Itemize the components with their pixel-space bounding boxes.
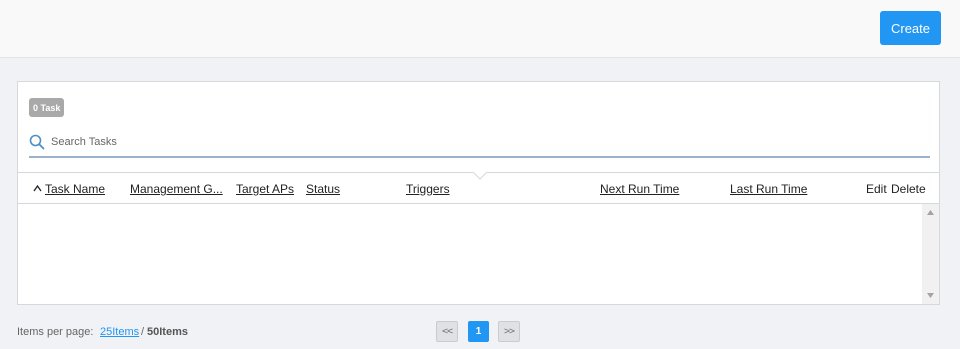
previous-page-button[interactable]: <<	[436, 321, 458, 342]
scroll-down-arrow-icon[interactable]	[927, 293, 934, 298]
sort-asc-icon[interactable]	[33, 185, 42, 192]
column-next-run-time[interactable]: Next Run Time	[600, 182, 679, 196]
items-per-page-25-link[interactable]: 25Items	[100, 326, 139, 338]
header-notch	[473, 172, 487, 180]
column-task-name[interactable]: Task Name	[45, 182, 105, 196]
page-1-button[interactable]: 1	[468, 321, 489, 342]
top-toolbar: Create	[0, 0, 960, 58]
search-icon	[29, 134, 45, 150]
items-per-page-label: Items per page:	[17, 326, 94, 338]
column-management-group[interactable]: Management G...	[130, 182, 223, 196]
next-page-button[interactable]: >>	[498, 321, 520, 342]
tasks-panel: 0 Task Task Name Management G... Target …	[17, 81, 940, 305]
column-last-run-time[interactable]: Last Run Time	[730, 182, 807, 196]
column-target-aps[interactable]: Target APs	[236, 182, 294, 196]
column-triggers[interactable]: Triggers	[406, 182, 450, 196]
search-input[interactable]	[51, 132, 911, 152]
column-delete: Delete	[891, 182, 926, 196]
items-per-page-separator: /	[141, 326, 145, 338]
column-status[interactable]: Status	[306, 182, 340, 196]
column-edit: Edit	[866, 182, 887, 196]
table-header: Task Name Management G... Target APs Sta…	[18, 172, 939, 204]
task-count-badge: 0 Task	[29, 98, 65, 117]
scroll-up-arrow-icon[interactable]	[927, 210, 934, 215]
table-body	[18, 204, 939, 304]
items-per-page-50-current: 50Items	[147, 326, 188, 338]
search-bar	[29, 128, 930, 158]
pagination-footer: Items per page: 25Items / 50Items << 1 >…	[0, 320, 960, 344]
vertical-scrollbar[interactable]	[922, 204, 939, 304]
create-button[interactable]: Create	[880, 11, 941, 45]
